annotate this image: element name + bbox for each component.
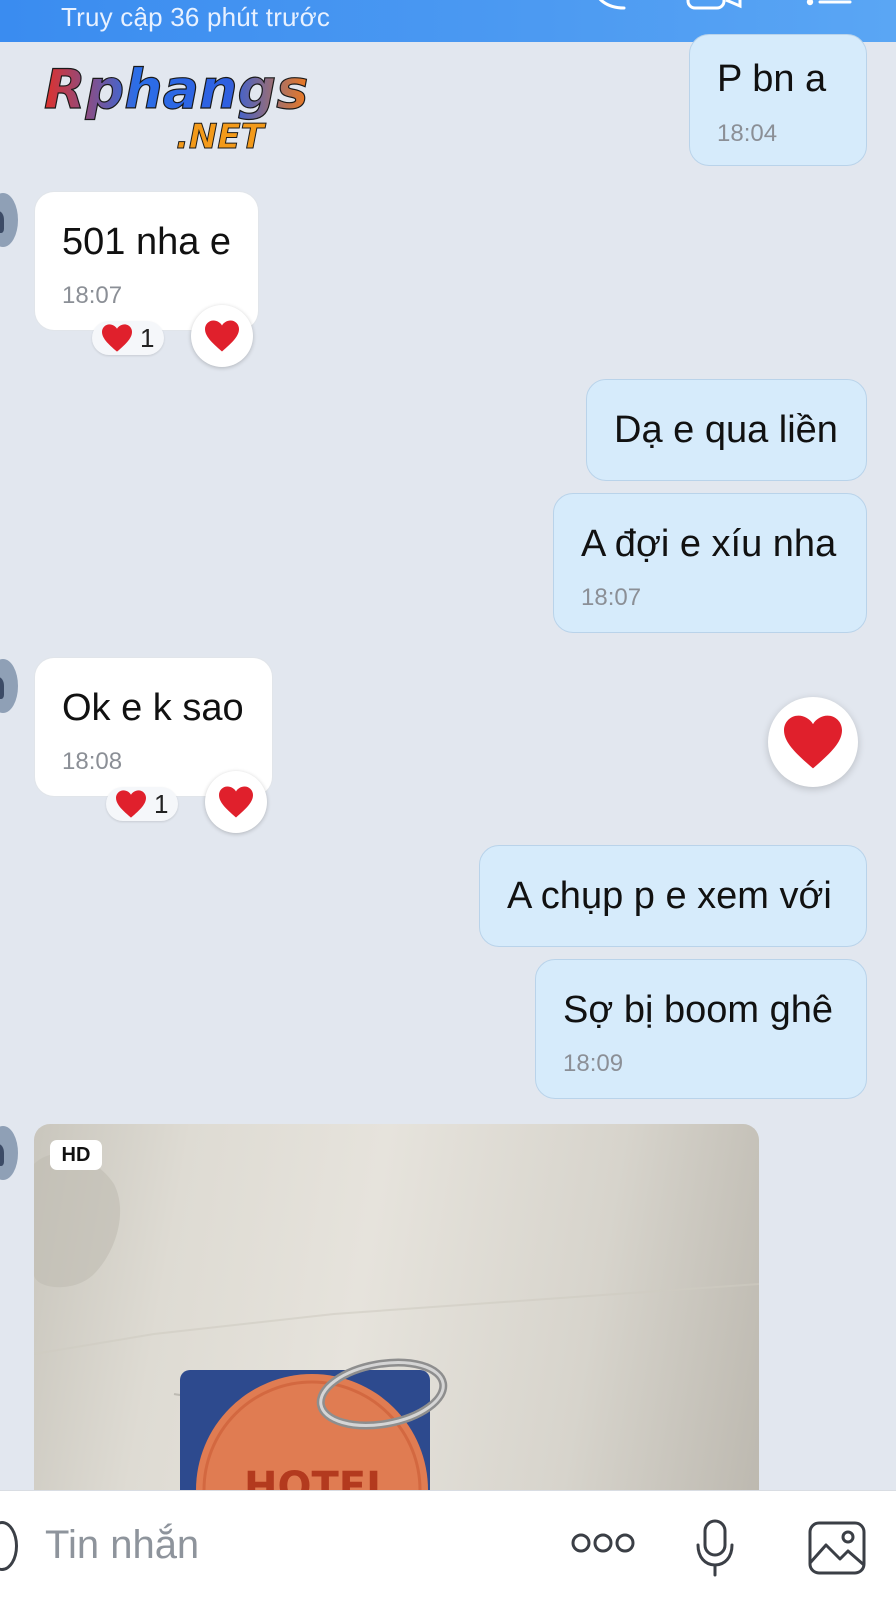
svg-text:.NET: .NET xyxy=(176,117,267,156)
reaction-summary[interactable]: 1 xyxy=(106,787,179,821)
message-time: 18:09 xyxy=(563,1050,624,1077)
video-call-icon[interactable] xyxy=(686,0,746,12)
message-time: 18:04 xyxy=(717,120,778,147)
reaction-count: 1 xyxy=(154,788,169,819)
message-text: A chụp p e xem với xyxy=(507,875,832,917)
image-icon[interactable] xyxy=(808,1521,866,1575)
message-bubble-outgoing[interactable]: A đợi e xíu nha 18:07 xyxy=(553,493,867,633)
svg-text:HOTEL: HOTEL xyxy=(244,1464,392,1490)
menu-icon[interactable] xyxy=(804,0,854,12)
react-button[interactable] xyxy=(205,771,267,833)
heart-icon xyxy=(784,715,842,769)
message-text: Sợ bị boom ghê xyxy=(563,989,833,1031)
photo-content: HOTEL xyxy=(34,1153,759,1490)
message-bubble-outgoing[interactable]: P bn a 18:04 xyxy=(689,34,867,166)
message-bubble-outgoing[interactable]: A chụp p e xem với xyxy=(479,845,867,947)
watermark-logo: Rphangs .NET xyxy=(42,56,322,156)
message-text: P bn a xyxy=(717,58,827,100)
message-text: A đợi e xíu nha xyxy=(581,523,837,565)
svg-text:Rphangs: Rphangs xyxy=(44,58,308,121)
message-text: Ok e k sao xyxy=(62,687,244,729)
message-bubble-outgoing[interactable]: Sợ bị boom ghê 18:09 xyxy=(535,959,867,1099)
message-input[interactable]: Tin nhắn xyxy=(45,1521,199,1569)
message-bubble-outgoing[interactable]: Dạ e qua liền xyxy=(586,379,867,481)
reaction-count: 1 xyxy=(140,322,155,353)
avatar[interactable] xyxy=(0,193,18,247)
heart-icon xyxy=(102,324,132,352)
last-seen-status: Truy cập 36 phút trước xyxy=(61,2,331,32)
avatar[interactable] xyxy=(0,1126,18,1180)
heart-icon xyxy=(116,790,146,818)
emoji-icon[interactable] xyxy=(0,1521,18,1571)
heart-reaction-message[interactable] xyxy=(768,697,858,787)
reaction-summary[interactable]: 1 xyxy=(92,321,165,355)
react-button[interactable] xyxy=(191,305,253,367)
phone-icon[interactable] xyxy=(590,0,630,12)
message-text: Dạ e qua liền xyxy=(614,409,838,451)
heart-icon xyxy=(205,320,239,352)
hd-badge: HD xyxy=(50,1140,102,1170)
message-time: 18:08 xyxy=(62,748,123,775)
message-time: 18:07 xyxy=(62,282,123,309)
more-icon[interactable] xyxy=(571,1531,635,1555)
message-text: 501 nha e xyxy=(62,221,232,263)
photo-message[interactable]: HOTEL HD xyxy=(34,1124,759,1490)
message-composer: Tin nhắn xyxy=(0,1490,896,1600)
message-time: 18:07 xyxy=(581,584,642,611)
heart-icon xyxy=(219,786,253,818)
avatar[interactable] xyxy=(0,659,18,713)
microphone-icon[interactable] xyxy=(695,1519,735,1577)
